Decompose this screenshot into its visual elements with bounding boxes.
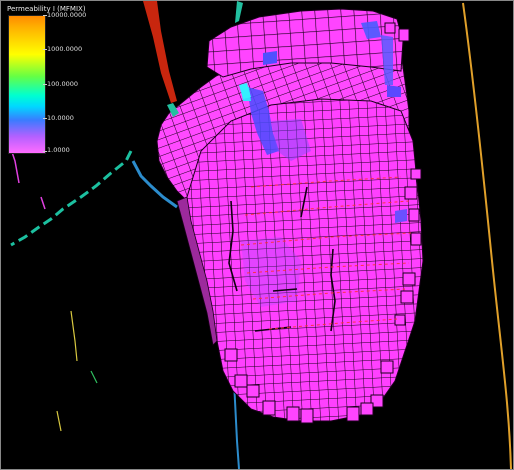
- streak-yellow-1: [70, 310, 78, 362]
- streak-green: [90, 370, 98, 384]
- fault-line-orange: [462, 2, 512, 469]
- legend-colorbar: [8, 15, 46, 154]
- legend-tick-label: 10000.0000: [47, 11, 87, 19]
- color-legend: Permeability I (MFMIX) 10000.0000 1000.0…: [5, 5, 115, 155]
- legend-tick-label: 100.0000: [47, 80, 79, 88]
- fault-line-teal-top: [235, 1, 243, 23]
- fault-line-teal-left: [10, 150, 133, 247]
- streak-yellow-2: [56, 410, 62, 432]
- legend-tick-label: 10.0000: [47, 114, 74, 122]
- legend-tick-label: 1.0000: [47, 146, 70, 154]
- streak-magenta-2: [40, 196, 46, 210]
- 3d-viewport[interactable]: Permeability I (MFMIX) 10000.0000 1000.0…: [0, 0, 514, 470]
- fault-slab-red: [143, 1, 177, 103]
- legend-tick-label: 1000.0000: [47, 45, 83, 53]
